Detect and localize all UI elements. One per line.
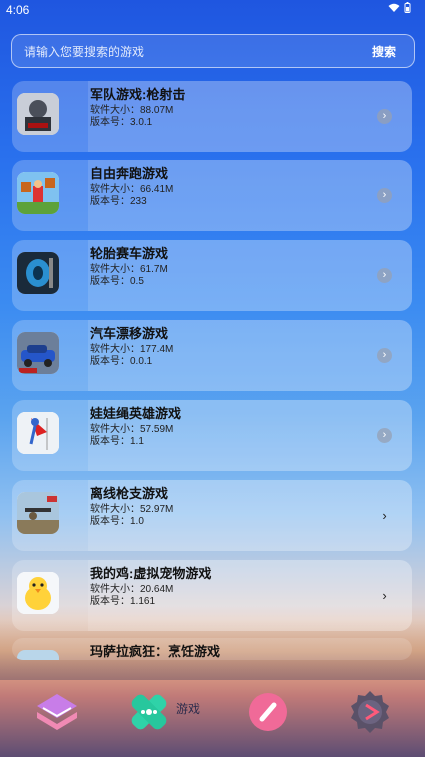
search-button[interactable]: 搜索 bbox=[372, 43, 396, 60]
game-thumbnail bbox=[17, 172, 59, 214]
chevron-right-icon[interactable]: › bbox=[377, 428, 392, 443]
game-version: 1.161 bbox=[130, 596, 156, 607]
game-version: 0.0.1 bbox=[130, 356, 153, 367]
game-card[interactable]: 自由奔跑游戏 软件大小：66.41M 版本号：233 › bbox=[12, 160, 412, 231]
wifi-icon bbox=[388, 3, 400, 12]
game-version: 3.0.1 bbox=[130, 117, 153, 128]
game-card[interactable]: 离线枪支游戏 软件大小：52.97M 版本号：1.0 › bbox=[12, 480, 412, 551]
chevron-right-icon[interactable]: › bbox=[377, 508, 392, 523]
nav-settings-icon[interactable] bbox=[346, 688, 394, 736]
game-thumbnail bbox=[17, 93, 59, 135]
battery-icon bbox=[404, 2, 411, 13]
bottom-nav: 游戏 bbox=[0, 680, 425, 757]
game-name: 玛萨拉疯狂：烹饪游戏 bbox=[90, 644, 221, 659]
game-thumbnail bbox=[17, 412, 59, 454]
game-card[interactable]: 娃娃绳英雄游戏 软件大小：57.59M 版本号：1.1 › bbox=[12, 400, 412, 471]
chevron-right-icon[interactable]: › bbox=[377, 109, 392, 124]
game-size: 52.97M bbox=[140, 504, 174, 515]
nav-discover-icon[interactable] bbox=[244, 688, 292, 736]
game-thumbnail bbox=[17, 252, 59, 294]
game-version: 1.1 bbox=[130, 436, 144, 447]
game-card[interactable]: 汽车漂移游戏 软件大小：177.4M 版本号：0.0.1 › bbox=[12, 320, 412, 391]
nav-wallet-icon[interactable] bbox=[33, 688, 81, 736]
game-thumbnail bbox=[17, 572, 59, 614]
game-version: 0.5 bbox=[130, 276, 144, 287]
chevron-right-icon[interactable]: › bbox=[377, 268, 392, 283]
game-version: 233 bbox=[130, 196, 147, 207]
game-thumbnail bbox=[17, 650, 59, 660]
search-bar: 搜索 bbox=[11, 34, 415, 69]
chevron-right-icon[interactable]: › bbox=[377, 588, 392, 603]
game-card[interactable]: 军队游戏:枪射击 软件大小：88.07M 版本号：3.0.1 › bbox=[12, 81, 412, 152]
game-thumbnail bbox=[17, 492, 59, 534]
status-time: 4:06 bbox=[6, 3, 30, 17]
game-thumbnail bbox=[17, 332, 59, 374]
status-bar: 4:06 bbox=[0, 0, 425, 20]
nav-games-icon[interactable] bbox=[125, 688, 173, 736]
game-size: 57.59M bbox=[140, 424, 174, 435]
game-card[interactable]: 我的鸡:虚拟宠物游戏 软件大小：20.64M 版本号：1.161 › bbox=[12, 560, 412, 631]
game-version: 1.0 bbox=[130, 516, 144, 527]
search-input[interactable] bbox=[22, 35, 326, 69]
chevron-right-icon[interactable]: › bbox=[377, 188, 392, 203]
game-card[interactable]: 玛萨拉疯狂：烹饪游戏 bbox=[12, 638, 412, 660]
game-size: 61.7M bbox=[140, 264, 168, 275]
chevron-right-icon[interactable]: › bbox=[377, 348, 392, 363]
game-card[interactable]: 轮胎赛车游戏 软件大小：61.7M 版本号：0.5 › bbox=[12, 240, 412, 311]
nav-label-games: 游戏 bbox=[176, 702, 201, 716]
